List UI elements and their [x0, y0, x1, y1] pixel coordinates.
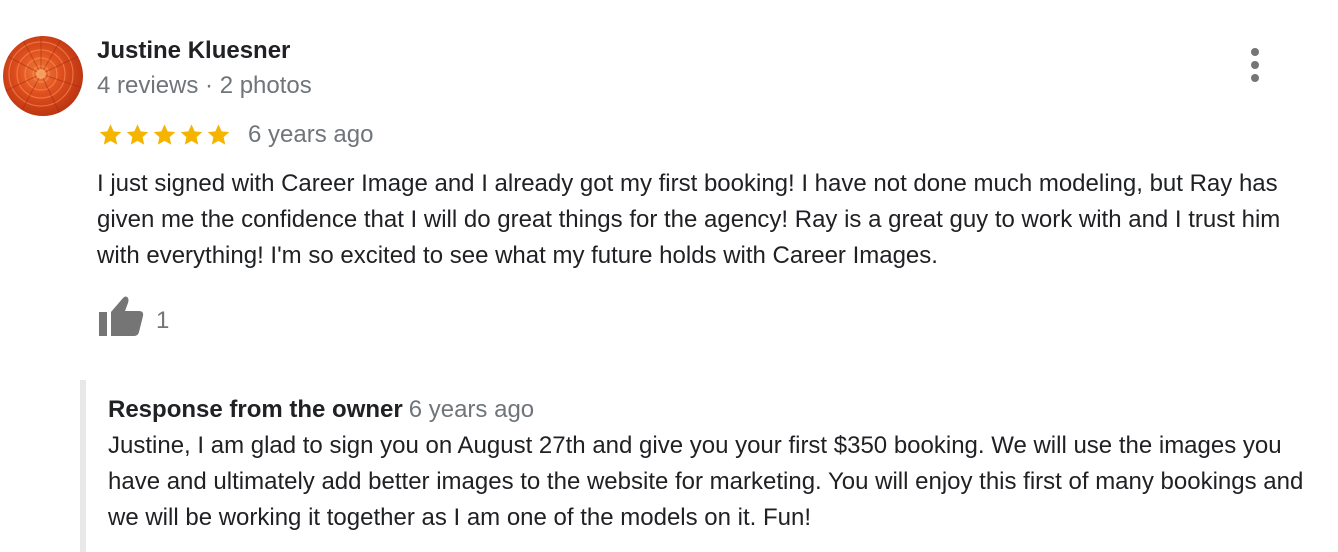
like-button[interactable] — [97, 294, 145, 338]
owner-response-date: 6 years ago — [408, 396, 535, 423]
owner-response: Response from the owner 6 years ago Justi… — [80, 380, 1336, 552]
review-date: 6 years ago — [248, 121, 374, 148]
more-vert-icon — [1251, 48, 1259, 56]
owner-response-header: Response from the owner 6 years ago — [108, 395, 534, 428]
author-avatar[interactable] — [3, 36, 83, 116]
review-card: Justine Kluesner 4 reviews · 2 photos 6 … — [0, 0, 1338, 552]
star-icon — [180, 124, 203, 145]
author-meta[interactable]: 4 reviews · 2 photos — [97, 71, 312, 101]
more-vert-icon — [1251, 61, 1259, 69]
star-icon — [126, 124, 149, 145]
owner-response-text: Justine, I am glad to sign you on August… — [108, 432, 1304, 531]
star-icon — [153, 124, 176, 145]
owner-response-title: Response from the owner — [108, 396, 403, 423]
star-icon — [207, 124, 230, 145]
rating-row: 6 years ago — [97, 118, 373, 152]
more-vert-icon — [1251, 74, 1259, 82]
flower-avatar-icon — [3, 36, 83, 116]
author-name[interactable]: Justine Kluesner — [97, 36, 290, 66]
star-rating — [97, 122, 232, 148]
more-options-button[interactable] — [1240, 46, 1270, 84]
review-text: I just signed with Career Image and I al… — [97, 170, 1281, 269]
star-icon — [99, 124, 122, 145]
thumbs-up-icon — [99, 296, 144, 336]
like-count: 1 — [156, 307, 170, 334]
